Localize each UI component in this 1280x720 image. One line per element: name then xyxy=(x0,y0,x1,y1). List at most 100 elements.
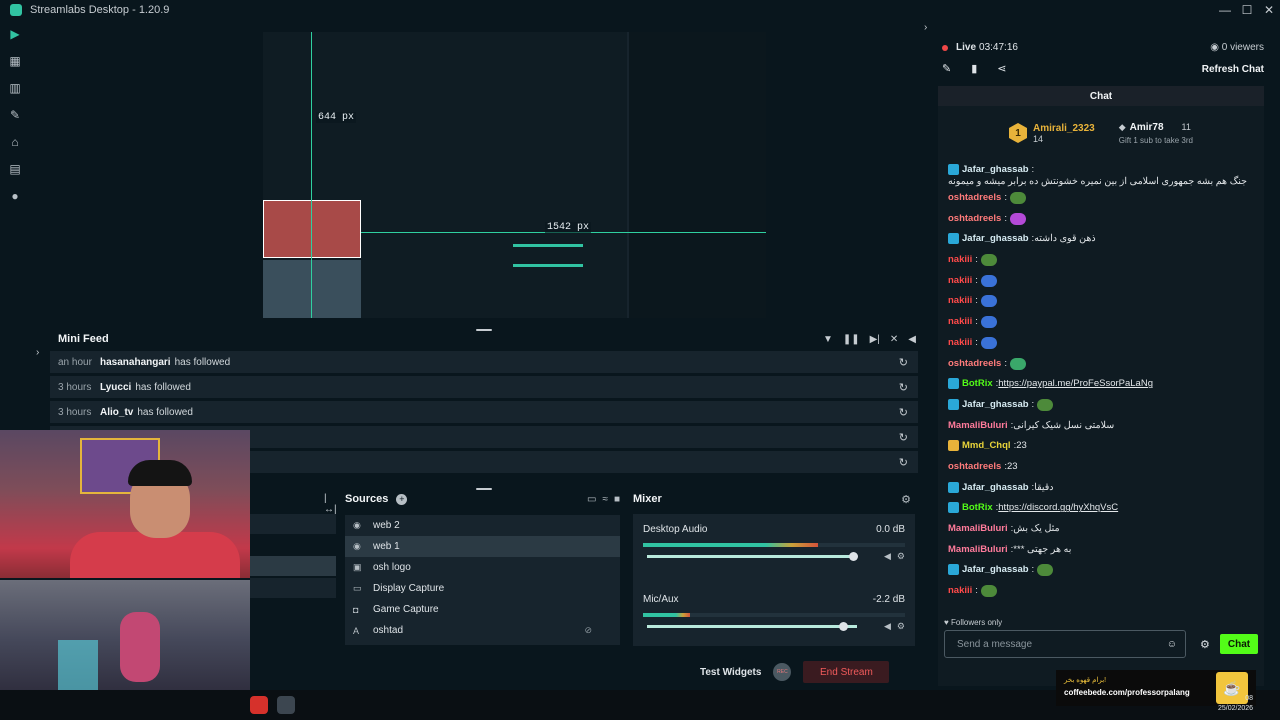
webcam-overlay-main xyxy=(0,430,250,578)
collapse-right-icon[interactable]: › xyxy=(924,22,927,33)
source-item[interactable]: ◉ web 2 xyxy=(345,515,620,536)
chat-username[interactable]: BotRix xyxy=(962,502,993,514)
source-item[interactable]: ▭ Display Capture xyxy=(345,578,620,599)
chat-username[interactable]: nakiii xyxy=(948,316,972,328)
chat-username[interactable]: MamaliBuluri xyxy=(948,420,1008,432)
record-button[interactable]: REC xyxy=(773,663,792,681)
chat-username[interactable]: Jafar_ghassab xyxy=(962,564,1029,576)
repeat-alert-icon[interactable]: ↻ xyxy=(899,431,908,444)
chat-username[interactable]: Jafar_ghassab xyxy=(962,399,1029,411)
layout-editor-icon[interactable]: ▥ xyxy=(0,74,30,101)
channel-settings-icon[interactable]: ⚙ xyxy=(897,551,905,562)
eye-icon: ◉ xyxy=(1210,42,1222,53)
repeat-alert-icon[interactable]: ↻ xyxy=(899,356,908,369)
add-folder-icon[interactable]: ■ xyxy=(614,494,620,505)
volume-slider[interactable]: ◀ ⚙ xyxy=(643,621,905,631)
clock-time: 08 xyxy=(1245,695,1254,702)
chat-username[interactable]: Mmd_Chql xyxy=(962,440,1011,452)
chat-username[interactable]: MamaliBuluri xyxy=(948,544,1008,556)
expand-left-icon[interactable]: › xyxy=(36,347,39,358)
chat-send-button[interactable]: Chat xyxy=(1220,634,1258,654)
emote-icon xyxy=(980,295,997,308)
source-item[interactable]: ◘ Game Capture xyxy=(345,599,620,620)
store-icon[interactable]: ⌂ xyxy=(0,128,30,155)
refresh-chat-button[interactable]: Refresh Chat xyxy=(1202,64,1264,75)
share-icon[interactable]: ⋖ xyxy=(997,62,1006,75)
emote-icon xyxy=(1009,357,1026,370)
source-item[interactable]: A oshtad ⊘ xyxy=(345,620,620,641)
mute-alerts-icon[interactable]: ✕ xyxy=(890,334,898,345)
dashboard-icon[interactable]: ▦ xyxy=(0,47,30,74)
chat-link[interactable]: https://discord.gg/hyXhqVsC xyxy=(998,502,1118,514)
chat-username[interactable]: nakiii xyxy=(948,275,972,287)
chat-username[interactable]: oshtadreels xyxy=(948,192,1001,204)
chat-message: BotRix: https://paypal.me/ProFeSsorPaLaN… xyxy=(938,376,1264,397)
chat-username[interactable]: nakiii xyxy=(948,585,972,597)
sources-list: ◉ web 2 ◉ web 1 ▣ osh logo ▭ Display Cap… xyxy=(345,515,620,645)
collapse-scenes-icon[interactable]: |↔| xyxy=(324,493,337,515)
edit-stream-icon[interactable]: ✎ xyxy=(942,62,951,75)
mute-icon[interactable]: ◀ xyxy=(884,621,891,632)
source-properties-icon[interactable]: ≈ xyxy=(602,494,608,505)
studio-mode-icon[interactable]: ▶ xyxy=(0,20,30,47)
chat-settings-icon[interactable]: ⚙ xyxy=(1200,638,1210,651)
chat-username[interactable]: nakiii xyxy=(948,254,972,266)
mixer-settings-icon[interactable]: ⚙ xyxy=(901,493,911,506)
app-icon[interactable] xyxy=(277,696,295,714)
end-stream-button[interactable]: End Stream xyxy=(803,661,890,683)
chat-username[interactable]: oshtadreels xyxy=(948,213,1001,225)
scene-item[interactable] xyxy=(250,556,336,576)
chat-username[interactable]: Jafar_ghassab xyxy=(962,164,1029,176)
chat-message: oshtadreels: xyxy=(938,211,1264,232)
test-widgets-label[interactable]: Test Widgets xyxy=(700,667,761,678)
chat-text: سلامتی نسل شیک کیرانی xyxy=(1013,419,1115,431)
repeat-alert-icon[interactable]: ↻ xyxy=(899,456,908,469)
volume-icon[interactable]: ◀ xyxy=(908,334,916,345)
filter-icon[interactable]: ▼ xyxy=(823,334,833,345)
emote-icon xyxy=(980,585,997,598)
scene-item[interactable] xyxy=(250,514,336,534)
chat-username[interactable]: MamaliBuluri xyxy=(948,523,1008,535)
source-item[interactable]: ▣ osh logo xyxy=(345,557,620,578)
chat-username[interactable]: nakiii xyxy=(948,295,972,307)
highlighter-icon[interactable]: ● xyxy=(0,182,30,209)
hidden-eye-icon[interactable]: ⊘ xyxy=(584,625,592,636)
chat-username[interactable]: oshtadreels xyxy=(948,461,1001,473)
add-source-icon[interactable]: + xyxy=(396,493,408,505)
emoji-icon[interactable]: ☺ xyxy=(1167,639,1177,650)
clip-icon[interactable]: ▮ xyxy=(971,62,977,75)
chat-separator: : xyxy=(1031,164,1035,175)
source-item[interactable]: ◉ web 1 xyxy=(345,536,620,557)
chat-input[interactable]: Send a message ☺ xyxy=(944,630,1186,658)
mute-icon[interactable]: ◀ xyxy=(884,551,891,562)
chat-username[interactable]: BotRix xyxy=(962,378,993,390)
live-label: Live xyxy=(956,42,977,53)
maximize-icon[interactable]: ☐ xyxy=(1236,0,1258,20)
opera-icon[interactable] xyxy=(250,696,268,714)
mixer-channel: Mic/Aux -2.2 dB ◀ ⚙ xyxy=(643,594,905,658)
minimize-icon[interactable]: — xyxy=(1214,0,1236,20)
chat-username[interactable]: Jafar_ghassab xyxy=(962,233,1029,245)
apps-icon[interactable]: ▤ xyxy=(0,155,30,182)
repeat-alert-icon[interactable]: ↻ xyxy=(899,381,908,394)
chat-username[interactable]: oshtadreels xyxy=(948,358,1001,370)
stream-preview[interactable]: 644 px 1542 px xyxy=(263,32,766,318)
chat-link[interactable]: https://paypal.me/ProFeSsorPaLaNg xyxy=(998,378,1153,390)
volume-slider[interactable]: ◀ ⚙ xyxy=(643,551,905,561)
close-icon[interactable]: ✕ xyxy=(1258,0,1280,20)
repeat-alert-icon[interactable]: ↻ xyxy=(899,406,908,419)
skip-icon[interactable]: ▶| xyxy=(870,334,880,345)
feed-action: has followed xyxy=(137,406,193,418)
chat-username[interactable]: nakiii xyxy=(948,337,972,349)
chat-username[interactable]: Jafar_ghassab xyxy=(962,482,1029,494)
volume-meter xyxy=(643,613,905,617)
channel-settings-icon[interactable]: ⚙ xyxy=(897,621,905,632)
preview-webcam-selected[interactable] xyxy=(263,200,361,258)
text-icon: A xyxy=(353,625,360,636)
pause-icon[interactable]: ❚❚ xyxy=(843,334,860,345)
emote-icon xyxy=(980,316,997,329)
scene-item[interactable] xyxy=(250,578,336,598)
preview-webcam-2[interactable] xyxy=(263,260,361,318)
themes-icon[interactable]: ✎ xyxy=(0,101,30,128)
folder-icon[interactable]: ▭ xyxy=(587,494,596,505)
